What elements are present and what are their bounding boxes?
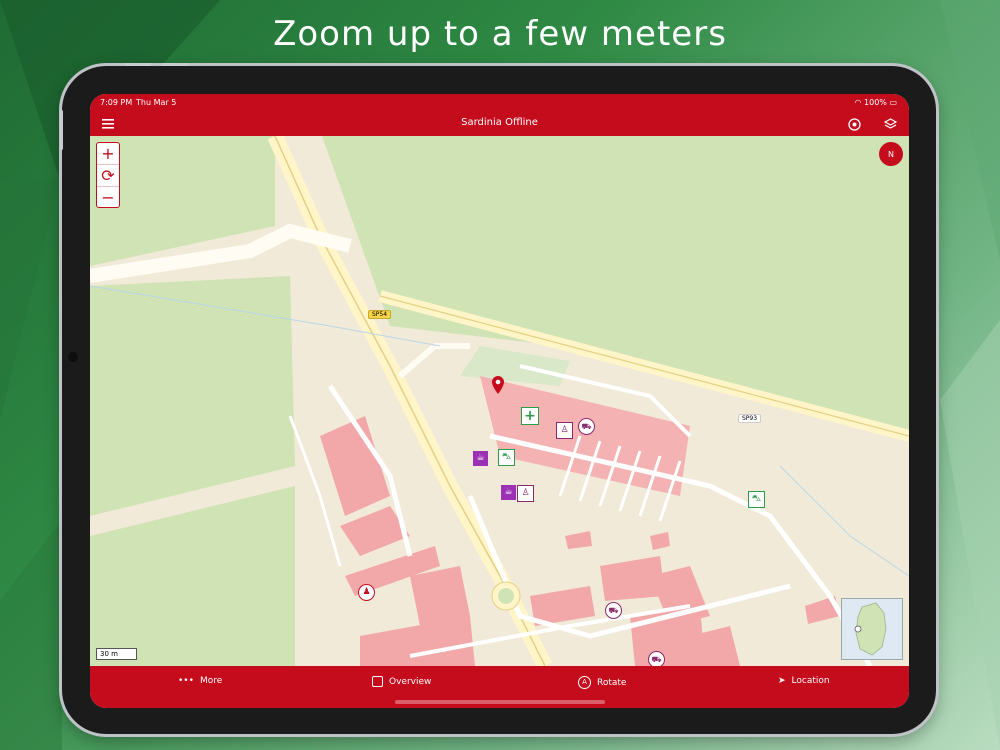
dentist-icon[interactable]: ♟ xyxy=(358,584,375,601)
page-title: Sardinia Offline xyxy=(461,117,538,128)
compass-a-icon: A xyxy=(578,676,591,689)
car-icon[interactable]: ⛍ xyxy=(498,449,515,466)
cafe-icon[interactable]: ☕ xyxy=(473,451,488,466)
tab-rotate[interactable]: A Rotate xyxy=(578,676,626,689)
status-battery: ◠ 100% ▭ xyxy=(854,98,897,107)
volume-button xyxy=(162,63,188,66)
app-screen: 7:09 PM Thu Mar 5 ◠ 100% ▭ Sardinia Offl… xyxy=(90,94,909,708)
zoom-in-button[interactable]: + xyxy=(97,143,119,165)
target-icon[interactable] xyxy=(846,116,862,132)
road-label-sp93: SP93 xyxy=(738,414,762,423)
shopping-cart-icon[interactable]: ⛟ xyxy=(648,651,665,666)
battery-percent: 100% xyxy=(864,98,887,107)
tab-location[interactable]: ➤ Location xyxy=(778,676,830,686)
road-label-sp54: SP54 xyxy=(368,310,392,319)
battery-icon: ▭ xyxy=(889,98,897,107)
scale-bar: 30 m xyxy=(96,648,137,660)
toilets-icon[interactable]: ♙ xyxy=(517,485,534,502)
status-date: Thu Mar 5 xyxy=(136,98,177,107)
building xyxy=(410,566,470,626)
toilets-icon[interactable]: ♙ xyxy=(556,422,573,439)
arrow-location-icon: ➤ xyxy=(778,676,786,686)
zoom-out-button[interactable]: − xyxy=(97,187,119,208)
layers-icon[interactable] xyxy=(882,116,898,132)
camera-lens xyxy=(68,352,78,362)
compass-icon[interactable]: N xyxy=(879,142,903,166)
wifi-icon: ◠ xyxy=(854,98,862,107)
cafe-icon[interactable]: ☕ xyxy=(501,485,516,500)
tab-more-label: More xyxy=(199,676,223,686)
overview-minimap[interactable] xyxy=(841,598,903,660)
ellipsis-icon: ••• xyxy=(178,676,194,686)
map-view[interactable]: SP54 SP93 + ♙ ⛟ ☕ ⛍ ☕ ♙ ⛍ ♟ ⛟ ⛟ + ⟳ − N … xyxy=(90,136,909,666)
tab-overview[interactable]: Overview xyxy=(372,676,431,687)
square-icon xyxy=(372,676,383,687)
side-button xyxy=(60,110,63,150)
status-time: 7:09 PM xyxy=(100,98,133,107)
headline: Zoom up to a few meters xyxy=(273,14,727,54)
map-canvas[interactable] xyxy=(90,136,909,666)
tab-location-label: Location xyxy=(791,676,830,686)
reset-rotation-icon[interactable]: ⟳ xyxy=(97,165,119,187)
car-icon[interactable]: ⛍ xyxy=(748,491,765,508)
tab-more[interactable]: ••• More xyxy=(178,676,222,686)
volume-button xyxy=(125,63,151,66)
status-bar: 7:09 PM Thu Mar 5 ◠ 100% ▭ xyxy=(90,94,909,112)
zoom-control: + ⟳ − xyxy=(96,142,120,208)
shopping-cart-icon[interactable]: ⛟ xyxy=(578,418,595,435)
location-pin-icon[interactable] xyxy=(492,376,504,398)
shopping-cart-icon[interactable]: ⛟ xyxy=(605,602,622,619)
pharmacy-icon[interactable]: + xyxy=(521,407,539,425)
minimap-island xyxy=(854,602,887,656)
compass-north-label: N xyxy=(888,149,894,159)
navigation-bar: Sardinia Offline xyxy=(90,112,909,136)
tab-rotate-label: Rotate xyxy=(597,677,627,688)
home-indicator xyxy=(395,700,605,704)
tab-overview-label: Overview xyxy=(389,676,432,687)
